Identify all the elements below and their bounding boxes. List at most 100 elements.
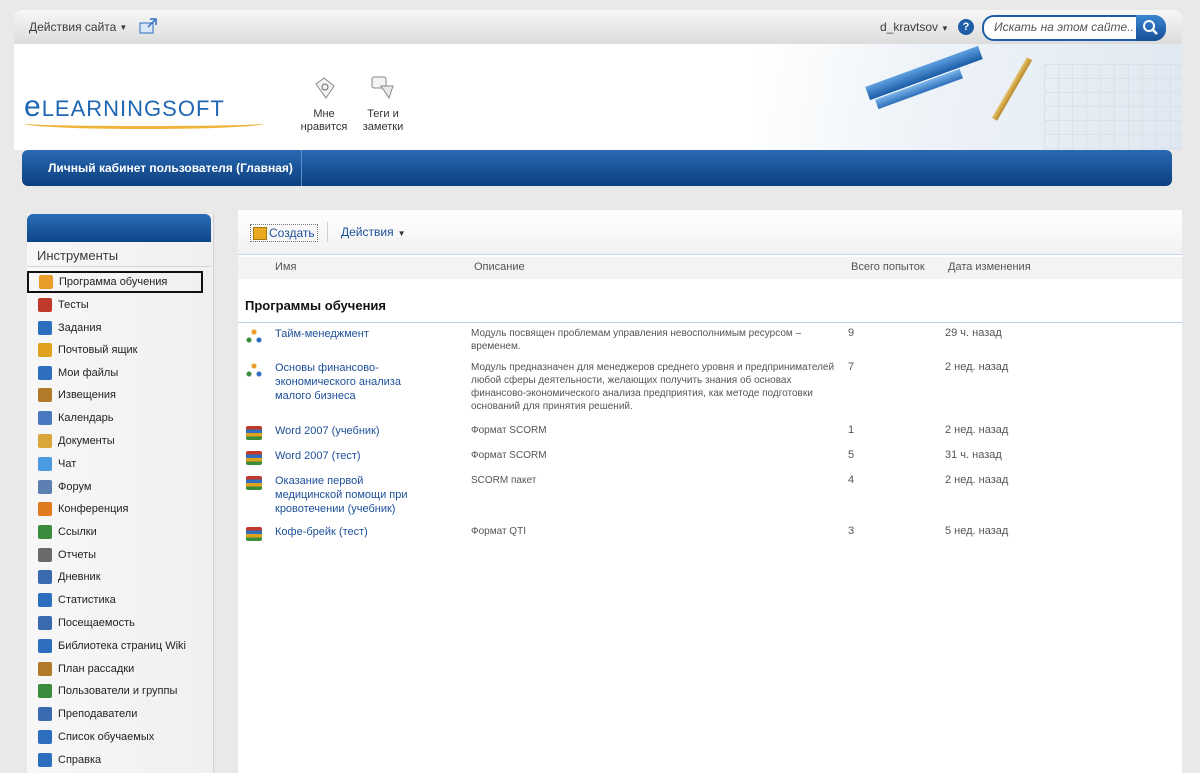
sidebar-item[interactable]: Справка [27, 750, 211, 770]
curriculum-icon [246, 329, 262, 343]
actions-menu[interactable]: Действия ▼ [341, 225, 406, 239]
sidebar-item-label: План рассадки [58, 663, 135, 675]
like-button[interactable]: Мне нравится [296, 74, 352, 134]
sidebar-item[interactable]: Статистика [27, 590, 211, 610]
sidebar-item[interactable]: Пользователи и группы [27, 681, 211, 701]
sidebar-item-label: Отчеты [58, 549, 97, 561]
sidebar-item[interactable]: Преподаватели [27, 704, 211, 724]
wiki-library-icon [38, 639, 52, 653]
sidebar-item-label: Мои файлы [58, 367, 119, 379]
documents-icon [38, 434, 52, 448]
sidebar-item[interactable]: Задания [27, 318, 211, 338]
curriculum-icon [39, 275, 53, 289]
item-description: Модуль предназначен для менеджеров средн… [471, 362, 835, 412]
attendance-icon [38, 616, 52, 630]
create-button[interactable]: Создать [250, 224, 318, 242]
reports-icon [38, 548, 52, 562]
seating-plan-icon [38, 662, 52, 676]
sidebar-item-label: Календарь [58, 412, 114, 424]
package-icon [246, 451, 262, 465]
site-actions-menu[interactable]: Действия сайта ▼ [29, 20, 127, 34]
sidebar-item[interactable]: Отчеты [27, 545, 211, 565]
navigate-up-icon[interactable] [139, 18, 157, 34]
item-modified: 29 ч. назад [945, 327, 1002, 339]
sidebar-item-label: Документы [58, 435, 115, 447]
sidebar-item[interactable]: Ссылки [27, 522, 211, 542]
item-description: Формат SCORM [471, 425, 547, 436]
like-icon [315, 77, 335, 99]
search-box [982, 15, 1166, 41]
package-icon [246, 476, 262, 490]
item-attempts: 7 [848, 361, 855, 373]
column-name[interactable]: Имя [275, 261, 296, 273]
mailbox-icon [38, 343, 52, 357]
sidebar-item[interactable]: Посещаемость [27, 613, 211, 633]
group-title: Программы обучения [245, 298, 386, 313]
item-modified: 2 нед. назад [945, 474, 1009, 486]
column-description[interactable]: Описание [474, 261, 525, 273]
sidebar-item[interactable]: Библиотека страниц Wiki [27, 636, 211, 656]
links-icon [38, 525, 52, 539]
main-content: Создать Действия ▼ Имя Описание Всего поп… [238, 210, 1182, 773]
tags-notes-label: Теги и заметки [362, 108, 404, 133]
item-link[interactable]: Кофе-брейк (тест) [275, 525, 415, 539]
sidebar-item-label: Программа обучения [59, 276, 168, 288]
sidebar-item[interactable]: Чат [27, 454, 211, 474]
statistics-icon [38, 593, 52, 607]
user-menu[interactable]: d_kravtsov ▼ [880, 20, 949, 34]
help-icon [38, 753, 52, 767]
site-logo[interactable]: eLEARNINGSOFT [24, 90, 264, 129]
item-description: Формат QTI [471, 526, 526, 537]
nav-item-home[interactable]: Личный кабинет пользователя (Главная) [22, 150, 302, 186]
column-modified[interactable]: Дата изменения [948, 261, 1031, 273]
item-attempts: 4 [848, 474, 855, 486]
sidebar-item-label: Библиотека страниц Wiki [58, 640, 186, 652]
top-bar: Действия сайта ▼ d_kravtsov ▼ ? [14, 10, 1182, 45]
sidebar-item[interactable]: Извещения [27, 385, 211, 405]
sidebar-item-label: Список обучаемых [58, 731, 155, 743]
sidebar-item[interactable]: Документы [27, 431, 211, 451]
item-modified: 5 нед. назад [945, 525, 1009, 537]
item-link[interactable]: Word 2007 (учебник) [275, 424, 415, 438]
create-icon [253, 227, 267, 240]
sidebar-item[interactable]: Программа обучения [27, 271, 203, 293]
search-input[interactable] [992, 19, 1136, 35]
item-description: SCORM пакет [471, 475, 537, 486]
sidebar-item[interactable]: Список обучаемых [27, 727, 211, 747]
package-icon [246, 527, 262, 541]
search-button[interactable] [1136, 15, 1166, 41]
actions-label: Действия [341, 225, 394, 239]
search-icon [1143, 20, 1158, 35]
item-link[interactable]: Оказание первой медицинской помощи при к… [275, 474, 415, 516]
header-decoration [754, 44, 1182, 150]
sidebar-item-label: Ссылки [58, 526, 97, 538]
item-link[interactable]: Тайм-менеджмент [275, 327, 415, 341]
item-modified: 2 нед. назад [945, 424, 1009, 436]
site-header: eLEARNINGSOFT Мне нравится Теги и заметк… [14, 44, 1182, 150]
files-icon [38, 366, 52, 380]
forum-icon [38, 480, 52, 494]
sidebar-item-label: Чат [58, 458, 77, 470]
tags-notes-button[interactable]: Теги и заметки [355, 74, 411, 134]
sidebar-item[interactable]: Конференция [27, 499, 211, 519]
sidebar-item[interactable]: Мои файлы [27, 363, 211, 383]
sidebar-item[interactable]: Тесты [27, 295, 211, 315]
item-description: Модуль посвящен проблемам управления нев… [471, 328, 802, 352]
sidebar-item-label: Преподаватели [58, 708, 138, 720]
tests-icon [38, 298, 52, 312]
sidebar-item[interactable]: Почтовый ящик [27, 340, 211, 360]
sidebar-item[interactable]: Календарь [27, 408, 211, 428]
column-attempts[interactable]: Всего попыток [851, 261, 925, 273]
sidebar-item-label: Конференция [58, 503, 129, 515]
sidebar-item[interactable]: Дневник [27, 567, 211, 587]
sidebar-item[interactable]: План рассадки [27, 659, 211, 679]
chevron-down-icon: ▼ [941, 24, 949, 33]
sidebar-item-label: Справка [58, 754, 102, 766]
chevron-down-icon: ▼ [119, 23, 128, 33]
diary-icon [38, 570, 52, 584]
sidebar-item[interactable]: Форум [27, 477, 211, 497]
help-icon[interactable]: ? [958, 19, 974, 35]
item-link[interactable]: Основы финансово-экономического анализа … [275, 361, 415, 403]
item-link[interactable]: Word 2007 (тест) [275, 449, 415, 463]
user-name: d_kravtsov [880, 20, 939, 34]
